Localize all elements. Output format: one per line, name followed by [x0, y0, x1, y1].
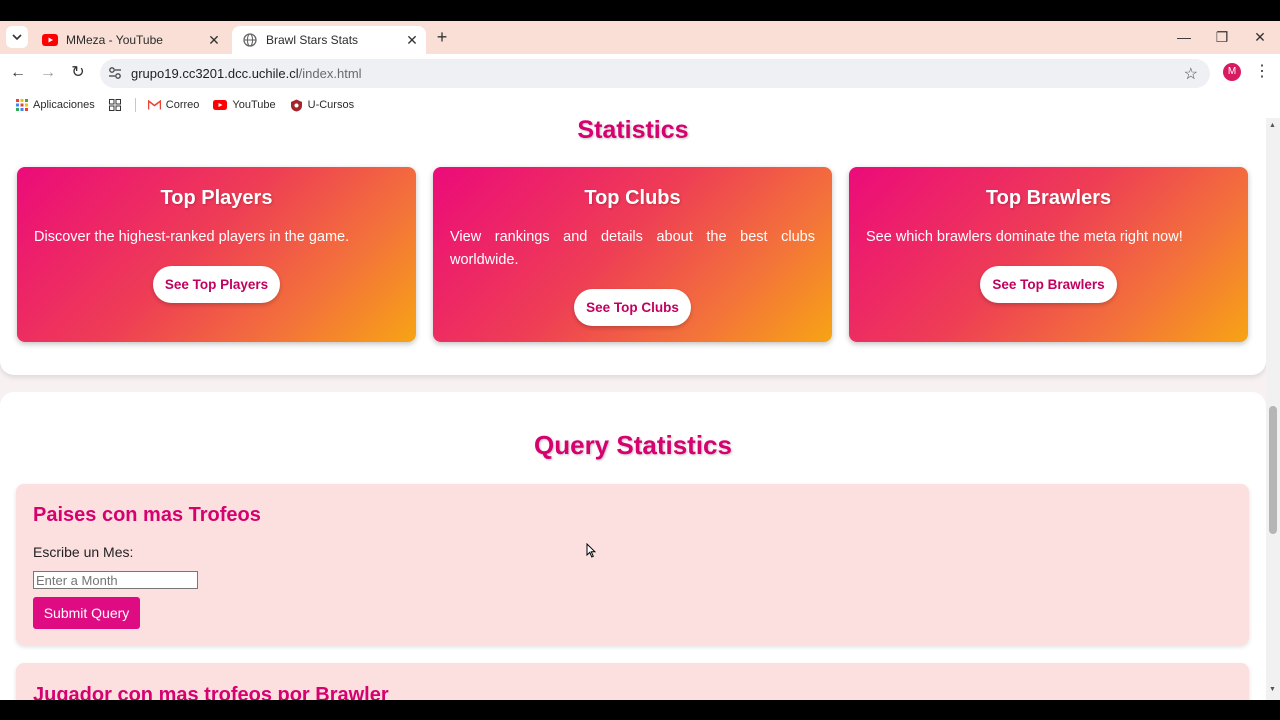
bookmark-label: Aplicaciones: [33, 99, 95, 111]
card-title: Top Players: [160, 187, 273, 209]
bookmark-label: YouTube: [232, 99, 276, 111]
card-title: Top Brawlers: [985, 187, 1112, 209]
bookmark-label: U-Cursos: [307, 99, 355, 111]
query-statistics-heading: Query Statistics: [534, 430, 732, 460]
close-icon[interactable]: ✕: [204, 32, 224, 49]
url-path: /index.html: [298, 66, 362, 81]
month-label: Escribe un Mes:: [33, 544, 134, 560]
bookmarks-bar: Aplicaciones Correo YouTube U-Cursos: [0, 92, 1280, 118]
minimize-icon[interactable]: —: [1166, 25, 1202, 49]
card-description: View rankings and details about the best…: [450, 229, 815, 268]
screen-top-bar: [0, 0, 1280, 21]
query-box-paises: Paises con mas Trofeos Escribe un Mes: S…: [16, 484, 1249, 645]
query-title: Jugador con mas trofeos por Brawler: [33, 684, 389, 700]
chevron-down-icon: [12, 34, 22, 41]
scroll-up-arrow-icon[interactable]: ▲: [1269, 122, 1276, 129]
kebab-menu-icon[interactable]: ⋮: [1254, 62, 1270, 82]
tab-groups-icon[interactable]: [108, 99, 121, 111]
bookmark-aplicaciones[interactable]: Aplicaciones: [16, 99, 95, 111]
restore-icon[interactable]: ❐: [1204, 25, 1240, 49]
top-players-card: Top Players Discover the highest-ranked …: [17, 167, 416, 342]
submit-query-button[interactable]: Submit Query: [33, 597, 140, 629]
tab-strip: MMeza - YouTube ✕ Brawl Stars Stats ✕ + …: [0, 21, 1280, 54]
bookmark-u-cursos[interactable]: U-Cursos: [290, 99, 354, 112]
query-statistics-section: Query Statistics Paises con mas Trofeos …: [0, 392, 1266, 700]
tab-youtube[interactable]: MMeza - YouTube ✕: [32, 26, 228, 54]
query-box-jugador-brawler: Jugador con mas trofeos por Brawler: [16, 663, 1249, 700]
tab-brawl-stars-stats[interactable]: Brawl Stars Stats ✕: [232, 26, 426, 54]
youtube-icon: [213, 100, 228, 110]
back-arrow-icon[interactable]: ←: [7, 62, 29, 84]
see-top-clubs-button[interactable]: See Top Clubs: [574, 289, 691, 326]
new-tab-plus-icon[interactable]: +: [432, 27, 452, 47]
bookmark-separator: [134, 98, 136, 112]
see-top-players-button[interactable]: See Top Players: [153, 266, 280, 303]
tab-title: Brawl Stars Stats: [266, 33, 359, 47]
page-viewport: Statistics Top Players Discover the high…: [0, 118, 1266, 700]
top-brawlers-card: Top Brawlers See which brawlers dominate…: [849, 167, 1248, 342]
browser-toolbar: ← → ↻ grupo19.cc3201.dcc.uchile.cl/index…: [0, 54, 1280, 92]
window-close-icon[interactable]: ✕: [1242, 25, 1278, 49]
screen-bottom-bar: [0, 700, 1280, 720]
gmail-icon: [147, 100, 161, 110]
youtube-icon: [42, 32, 58, 48]
card-description: Discover the highest-ranked players in t…: [34, 229, 350, 245]
page-scrollbar[interactable]: ▲ ▼: [1266, 118, 1280, 700]
card-description: See which brawlers dominate the meta rig…: [866, 229, 1183, 245]
tab-title: MMeza - YouTube: [66, 33, 163, 47]
apps-grid-icon: [16, 99, 28, 111]
bookmark-star-icon[interactable]: ☆: [1184, 64, 1198, 84]
address-bar[interactable]: grupo19.cc3201.dcc.uchile.cl/index.html …: [100, 59, 1210, 88]
card-title: Top Clubs: [584, 187, 681, 209]
globe-icon: [242, 32, 258, 48]
statistics-heading: Statistics: [577, 118, 689, 144]
bookmark-youtube[interactable]: YouTube: [213, 99, 276, 111]
see-top-brawlers-button[interactable]: See Top Brawlers: [980, 266, 1117, 303]
url-text: grupo19.cc3201.dcc.uchile.cl/index.html: [131, 66, 362, 81]
forward-arrow-icon[interactable]: →: [37, 62, 59, 84]
tab-search-button[interactable]: [6, 26, 28, 48]
close-icon[interactable]: ✕: [402, 32, 422, 49]
scroll-thumb[interactable]: [1269, 406, 1277, 534]
month-input[interactable]: [33, 571, 198, 589]
url-host: grupo19.cc3201.dcc.uchile.cl: [131, 66, 299, 81]
site-settings-icon[interactable]: [107, 65, 123, 81]
top-clubs-card: Top Clubs View rankings and details abou…: [433, 167, 832, 342]
u-cursos-icon: [290, 99, 303, 112]
statistics-section: Statistics Top Players Discover the high…: [0, 118, 1266, 375]
profile-avatar[interactable]: M: [1223, 63, 1241, 81]
scroll-down-arrow-icon[interactable]: ▼: [1269, 686, 1276, 693]
query-title: Paises con mas Trofeos: [33, 504, 261, 526]
mouse-pointer-icon: [586, 543, 596, 558]
reload-icon[interactable]: ↻: [67, 62, 89, 84]
bookmark-label: Correo: [165, 99, 200, 111]
bookmark-correo[interactable]: Correo: [147, 99, 200, 111]
